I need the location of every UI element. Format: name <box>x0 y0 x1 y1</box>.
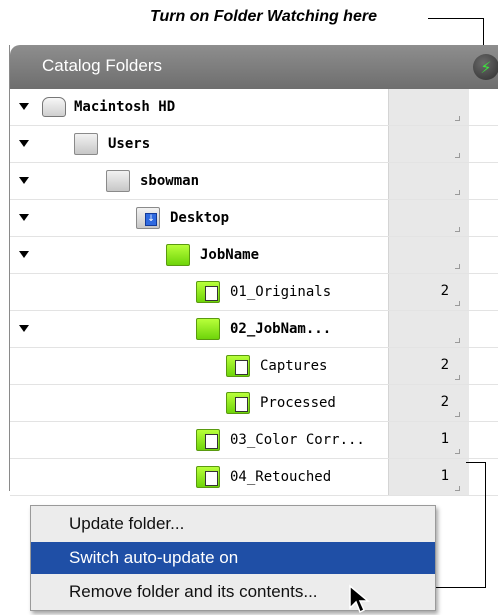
callout-line <box>428 18 484 19</box>
tree-item: Users <box>74 126 150 162</box>
tree-item-label: JobName <box>200 247 260 263</box>
tree-item-label: Desktop <box>170 210 230 226</box>
disclosure-triangle-icon[interactable] <box>19 177 29 184</box>
panel-header: Catalog Folders ⚡︎ <box>10 45 498 89</box>
tree-item: 01_Originals <box>196 274 331 310</box>
tree-row[interactable]: Processed 2 <box>10 385 498 422</box>
disclosure-triangle-icon[interactable] <box>19 140 29 147</box>
callout-folder-watching: Turn on Folder Watching here <box>150 8 377 25</box>
disclosure-triangle-icon[interactable] <box>19 214 29 221</box>
tree-item: 02_JobNam... <box>196 311 331 347</box>
tree-row[interactable]: 03_Color Corr... 1 <box>10 422 498 459</box>
watched-folder-icon <box>196 466 220 488</box>
disclosure-triangle-icon[interactable] <box>19 325 29 332</box>
watched-folder-icon <box>196 429 220 451</box>
menu-item-remove-folder[interactable]: Remove folder and its contents... <box>31 576 435 608</box>
tree-item: JobName <box>166 237 259 273</box>
menu-item-switch-auto-update[interactable]: Switch auto-update on <box>31 542 435 574</box>
count-cell <box>388 200 469 236</box>
tree-item-label: Processed <box>260 395 336 411</box>
tree-row[interactable]: 02_JobNam... <box>10 311 498 348</box>
panel-title: Catalog Folders <box>42 56 163 75</box>
tree-item: Captures <box>226 348 327 384</box>
tree-row[interactable]: ↓ Desktop <box>10 200 498 237</box>
count-cell: 2 <box>388 348 469 384</box>
tree-item-label: Macintosh HD <box>74 99 176 115</box>
tree-row[interactable]: 01_Originals 2 <box>10 274 498 311</box>
tree-item: 04_Retouched <box>196 459 331 495</box>
tree-row[interactable]: Macintosh HD <box>10 89 498 126</box>
folder-icon <box>106 170 130 192</box>
folder-icon <box>74 133 98 155</box>
tree-item-label: 03_Color Corr... <box>230 432 365 448</box>
context-menu: Update folder... Switch auto-update on R… <box>30 505 436 611</box>
disclosure-triangle-icon[interactable] <box>19 103 29 110</box>
tree-item: sbowman <box>106 163 199 199</box>
desktop-folder-icon: ↓ <box>136 207 160 229</box>
tree-item-label: Users <box>108 136 151 152</box>
callout-line <box>485 462 486 588</box>
callout-line <box>434 587 486 588</box>
count-cell <box>388 126 469 162</box>
folder-tree: Macintosh HD Users sbowman ↓ Desktop Job… <box>10 89 498 496</box>
tree-row[interactable]: Users <box>10 126 498 163</box>
tree-item: ↓ Desktop <box>136 200 229 236</box>
tree-item-label: 04_Retouched <box>230 469 332 485</box>
count-cell: 2 <box>388 385 469 421</box>
menu-item-update-folder[interactable]: Update folder... <box>31 508 435 540</box>
green-folder-icon <box>166 244 190 266</box>
tree-row[interactable]: sbowman <box>10 163 498 200</box>
lightning-icon: ⚡︎ <box>480 57 492 77</box>
tree-row[interactable]: 04_Retouched 1 <box>10 459 498 496</box>
tree-item: 03_Color Corr... <box>196 422 365 458</box>
count-cell: 1 <box>388 459 469 495</box>
watched-folder-icon <box>226 392 250 414</box>
count-cell <box>388 311 469 347</box>
count-cell: 1 <box>388 422 469 458</box>
green-folder-icon <box>196 318 220 340</box>
count-cell: 2 <box>388 274 469 310</box>
hard-drive-icon <box>42 97 66 117</box>
count-cell <box>388 89 469 125</box>
disclosure-triangle-icon[interactable] <box>19 251 29 258</box>
count-cell <box>388 237 469 273</box>
tree-item-label: 01_Originals <box>230 284 332 300</box>
tree-item-label: sbowman <box>140 173 200 189</box>
tree-row[interactable]: JobName <box>10 237 498 274</box>
tree-row[interactable]: Captures 2 <box>10 348 498 385</box>
mouse-pointer-icon <box>349 584 371 614</box>
watched-folder-icon <box>226 355 250 377</box>
count-cell <box>388 163 469 199</box>
tree-item: Processed <box>226 385 336 421</box>
catalog-folders-panel: Catalog Folders ⚡︎ Macintosh HD Users sb… <box>9 45 498 496</box>
folder-watching-button[interactable]: ⚡︎ <box>473 54 498 80</box>
watched-folder-icon <box>196 281 220 303</box>
tree-item-label: 02_JobNam... <box>230 321 332 337</box>
callout-line <box>466 462 486 463</box>
tree-item-label: Captures <box>260 358 328 374</box>
tree-item: Macintosh HD <box>42 89 175 125</box>
